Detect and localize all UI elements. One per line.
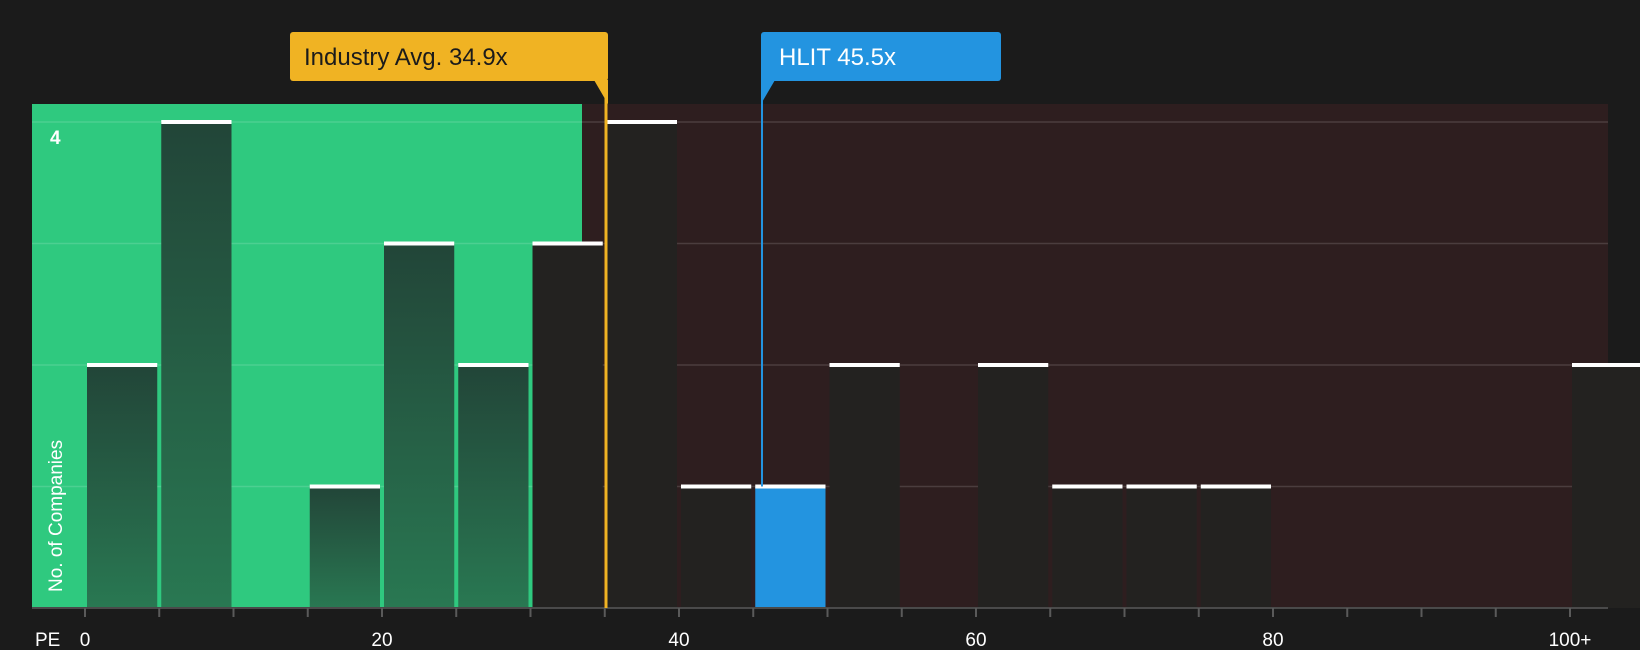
x-tick-label: 0 [80,630,91,650]
histogram-bar [309,486,380,608]
x-tick-label: 40 [668,630,689,650]
bar-cap [384,241,455,246]
bar-cap [755,484,826,489]
histogram-bar [384,243,455,608]
bar-cap [1572,363,1640,367]
x-tick-label: 60 [965,630,986,650]
x-tick-label: 20 [371,630,392,650]
histogram-bar [829,365,900,608]
bar-cap [978,363,1049,367]
histogram-bar [161,122,232,608]
industry-avg-pointer [594,80,608,104]
bar-cap [161,120,232,124]
bar-cap [1200,484,1271,489]
histogram-bar [681,486,752,608]
histogram-bar [87,365,158,608]
x-axis-label: PE [35,630,60,650]
histogram-bar [458,365,529,608]
histogram-bar [1200,486,1271,608]
histogram-bar [532,243,603,608]
histogram-bar [755,486,826,608]
histogram-bar [1126,486,1197,608]
bar-cap [458,363,529,367]
bar-cap [87,363,158,367]
histogram-bar [978,365,1049,608]
company-pe-label: HLIT 45.5x [779,44,896,71]
bar-cap [1052,484,1123,489]
bar-cap [1126,484,1197,489]
y-axis-label: No. of Companies [46,440,67,592]
pe-distribution-chart: Industry Avg. 34.9x HLIT 45.5x 0 20 40 60 80 1… [32,32,1640,650]
industry-avg-label: Industry Avg. 34.9x [304,44,508,71]
y-tick-label: 4 [50,128,61,149]
x-tick-label: 80 [1262,630,1283,650]
bar-cap [532,241,603,246]
bar-cap [309,484,380,489]
bar-cap [606,120,677,124]
bar-cap [681,484,752,489]
histogram-bar [1052,486,1123,608]
company-pe-pointer [761,80,775,104]
histogram-bar [1572,365,1640,608]
histogram-bar [606,122,677,608]
bar-cap [829,363,900,367]
x-tick-label: 100+ [1549,630,1592,650]
